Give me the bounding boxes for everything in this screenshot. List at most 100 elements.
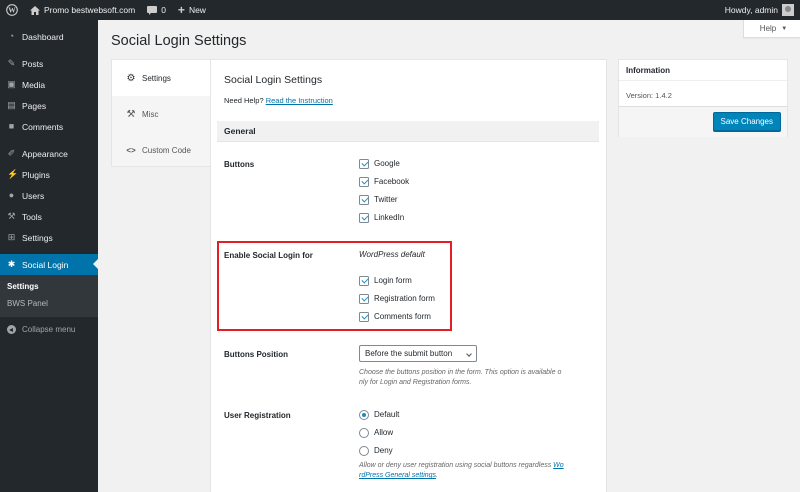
brush-icon: ✐ xyxy=(7,148,16,158)
sidebar-item-users[interactable]: ● Users xyxy=(0,185,98,206)
radio-deny[interactable]: Deny xyxy=(359,445,393,456)
plugin-icon: ⚡ xyxy=(7,169,19,179)
sidebar-item-media[interactable]: ▣ Media xyxy=(0,74,98,95)
sidebar-item-dashboard[interactable]: ◔ Dashboard xyxy=(0,26,98,47)
sidebar-item-label: Appearance xyxy=(22,148,68,159)
buttons-position-select[interactable]: Before the submit button xyxy=(359,345,477,362)
need-help-text: Need Help? xyxy=(224,96,264,105)
checkbox-registration-form[interactable]: Registration form xyxy=(359,293,435,304)
information-footer: Save Changes xyxy=(619,106,787,137)
checkbox-checked-icon xyxy=(359,275,369,286)
radio-label: Default xyxy=(374,410,400,419)
help-tab-button[interactable]: Help ▼ xyxy=(743,20,800,38)
radio-label: Allow xyxy=(374,428,394,437)
checkbox-label: Google xyxy=(374,159,400,168)
user-registration-label: User Registration xyxy=(224,411,291,420)
collapse-icon xyxy=(7,325,16,334)
comments-link[interactable]: 0 xyxy=(141,0,172,20)
position-note: Choose the buttons position in the form.… xyxy=(359,368,561,388)
comment-bubble-icon xyxy=(147,5,158,15)
enable-label: Enable Social Login for xyxy=(224,251,313,260)
need-help: Need Help? Read the Instruction xyxy=(224,96,333,105)
instruction-link[interactable]: Read the Instruction xyxy=(266,96,333,105)
checkbox-label: Comments form xyxy=(374,312,431,321)
information-box: Information Version: 1.4.2 Save Changes xyxy=(618,59,788,137)
sidebar-item-social-login[interactable]: ✱ Social Login xyxy=(0,254,98,275)
site-name-link[interactable]: Promo bestwebsoft.com xyxy=(24,0,141,20)
admin-sidebar: ◔ Dashboard ✎ Posts ▣ Media ▤ Pages ■ Co… xyxy=(0,20,98,492)
media-icon: ▣ xyxy=(7,79,16,89)
submenu-item-bws-panel[interactable]: BWS Panel xyxy=(0,295,98,312)
checkbox-label: Registration form xyxy=(374,294,435,303)
registration-note-end: . xyxy=(436,472,438,479)
account-menu[interactable]: Howdy, admin xyxy=(725,4,800,16)
checkbox-linkedin[interactable]: LinkedIn xyxy=(359,212,404,223)
general-settings-link[interactable]: rdPress General settings xyxy=(359,472,436,479)
new-content-link[interactable]: + New xyxy=(172,0,212,20)
home-icon xyxy=(30,5,40,15)
users-icon: ● xyxy=(8,190,15,200)
collapse-menu-button[interactable]: Collapse menu xyxy=(0,319,98,340)
tab-label: Settings xyxy=(142,73,171,83)
sidebar-item-label: Pages xyxy=(22,100,47,111)
radio-default[interactable]: Default xyxy=(359,409,399,420)
checkbox-checked-icon xyxy=(359,176,369,187)
site-name: Promo bestwebsoft.com xyxy=(44,5,136,15)
submenu-item-settings[interactable]: Settings xyxy=(0,278,98,295)
social-login-submenu: Settings BWS Panel xyxy=(0,275,98,317)
sidebar-item-settings[interactable]: ⊞ Settings xyxy=(0,227,98,248)
comment-icon: ■ xyxy=(8,121,15,131)
sidebar-item-plugins[interactable]: ⚡ Plugins xyxy=(0,164,98,185)
registration-note: Allow or deny user registration using so… xyxy=(359,461,564,481)
sidebar-item-label: Tools xyxy=(22,211,42,222)
radio-allow[interactable]: Allow xyxy=(359,427,393,438)
position-note-line-1: Choose the buttons position in the form.… xyxy=(359,369,562,376)
general-settings-link[interactable]: Wo xyxy=(553,462,564,469)
settings-tabs: ⚙ Settings ⚒ Misc <> Custom Code xyxy=(111,59,213,168)
tab-settings[interactable]: ⚙ Settings xyxy=(112,60,213,96)
checkbox-checked-icon xyxy=(359,212,369,223)
sidebar-item-posts[interactable]: ✎ Posts xyxy=(0,53,98,74)
checkbox-twitter[interactable]: Twitter xyxy=(359,194,398,205)
wordpress-logo[interactable]: W xyxy=(0,0,24,20)
sidebar-item-label: Settings xyxy=(22,232,53,243)
sidebar-item-label: Dashboard xyxy=(22,31,64,42)
sidebar-item-label: Comments xyxy=(22,121,64,132)
plugin-version: Version: 1.4.2 xyxy=(626,91,672,100)
panel-title: Social Login Settings xyxy=(224,74,323,86)
buttons-position-label: Buttons Position xyxy=(224,350,288,359)
sidebar-item-label: Plugins xyxy=(22,169,50,180)
buttons-label: Buttons xyxy=(224,160,255,169)
help-label: Help xyxy=(759,24,777,33)
checkbox-google[interactable]: Google xyxy=(359,158,400,169)
sidebar-item-comments[interactable]: ■ Comments xyxy=(0,116,98,137)
caret-down-icon: ▼ xyxy=(781,25,788,32)
checkbox-checked-icon xyxy=(359,293,369,304)
sidebar-item-pages[interactable]: ▤ Pages xyxy=(0,95,98,116)
wordpress-icon: W xyxy=(6,4,18,16)
position-note-line-2: nly for Login and Registration forms. xyxy=(359,379,472,386)
admin-bar: W Promo bestwebsoft.com 0 + New Howdy, a… xyxy=(0,0,800,20)
tab-misc[interactable]: ⚒ Misc xyxy=(112,96,211,132)
checkbox-label: Facebook xyxy=(374,177,410,186)
save-changes-button[interactable]: Save Changes xyxy=(712,112,781,131)
tab-custom-code[interactable]: <> Custom Code xyxy=(112,132,211,168)
plus-icon: + xyxy=(177,3,185,17)
code-icon: <> xyxy=(126,145,136,155)
sidebar-item-label: Posts xyxy=(22,58,44,69)
sidebar-item-tools[interactable]: ⚒ Tools xyxy=(0,206,98,227)
checkbox-login-form[interactable]: Login form xyxy=(359,275,412,286)
sidebar-item-appearance[interactable]: ✐ Appearance xyxy=(0,143,98,164)
checkbox-facebook[interactable]: Facebook xyxy=(359,176,409,187)
greeting: Howdy, admin xyxy=(724,5,778,15)
settings-icon: ⊞ xyxy=(7,232,16,242)
pin-icon: ✎ xyxy=(7,58,16,68)
section-heading-general: General xyxy=(217,121,599,142)
information-title: Information xyxy=(619,60,787,81)
checkbox-comments-form[interactable]: Comments form xyxy=(359,311,431,322)
radio-unselected-icon xyxy=(359,445,369,456)
radio-unselected-icon xyxy=(359,427,369,438)
pages-icon: ▤ xyxy=(7,100,16,110)
checkbox-label: LinkedIn xyxy=(374,213,405,222)
wrench-icon: ⚒ xyxy=(7,211,16,221)
